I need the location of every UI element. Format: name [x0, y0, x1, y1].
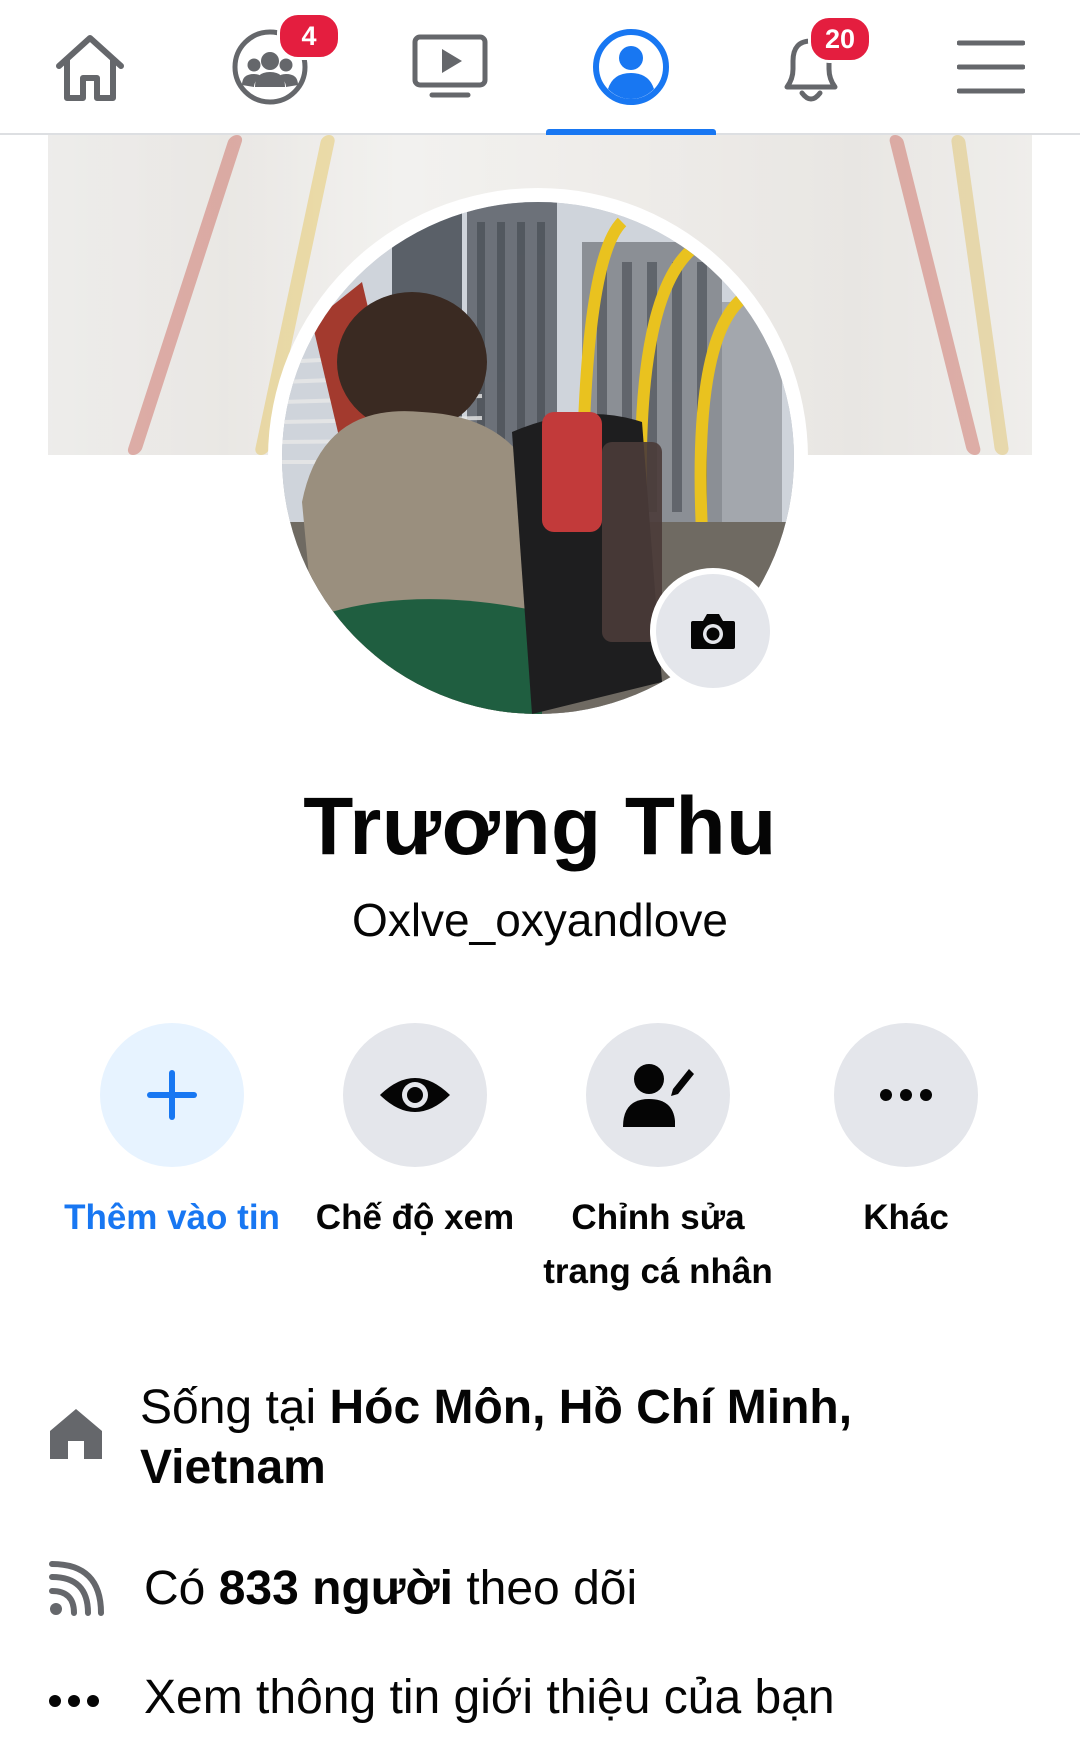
eye-icon — [380, 1078, 450, 1112]
followers-prefix: Có — [144, 1562, 219, 1615]
add-to-story-button[interactable]: Thêm vào tin — [42, 1023, 302, 1245]
camera-icon — [691, 614, 735, 649]
profile-name: Trương Thu — [303, 781, 777, 872]
edit-person-icon — [623, 1064, 694, 1127]
top-navigation-bar: 4 20 — [0, 0, 1080, 135]
nav-friends[interactable]: 4 — [195, 0, 345, 133]
nav-profile[interactable] — [546, 0, 716, 135]
video-icon — [412, 34, 488, 97]
see-about-link[interactable]: Xem thông tin giới thiệu của bạn — [144, 1668, 1044, 1728]
nav-home[interactable] — [15, 0, 165, 133]
edit-profile-circle — [586, 1023, 730, 1167]
more-dots-icon — [880, 1089, 932, 1101]
info-see-about[interactable]: Xem thông tin giới thiệu của bạn — [0, 1668, 1080, 1738]
followers-text[interactable]: Có 833 người theo dõi — [144, 1559, 1044, 1619]
followers-count: 833 người — [218, 1562, 453, 1615]
view-as-circle — [343, 1023, 487, 1167]
edit-profile-label: Chỉnh sửa trang cá nhân — [543, 1198, 773, 1291]
rss-followers-icon — [49, 1561, 104, 1616]
nav-watch[interactable] — [375, 0, 525, 133]
more-options-button[interactable]: Khác — [776, 1023, 1036, 1245]
hamburger-menu-icon — [957, 40, 1025, 93]
profile-alternate-name: Oxlve_oxyandlove — [352, 894, 728, 946]
add-to-story-circle — [100, 1023, 244, 1167]
friends-badge: 4 — [277, 12, 341, 60]
cover-decor — [126, 135, 244, 455]
view-as-button[interactable]: Chế độ xem — [285, 1023, 545, 1245]
followers-suffix: theo dõi — [452, 1562, 638, 1615]
more-options-circle — [834, 1023, 978, 1167]
profile-action-buttons: Thêm vào tin Chế độ xem Chỉnh sửa trang … — [0, 1023, 1080, 1293]
profile-page: 4 20 Trương Thu Oxlve_oxyandlove Thêm và… — [0, 0, 1080, 1745]
view-as-label: Chế độ xem — [315, 1198, 515, 1237]
nav-notifications[interactable]: 20 — [736, 0, 886, 133]
more-options-label: Khác — [863, 1198, 949, 1237]
home-filled-icon — [50, 1409, 102, 1459]
add-to-story-label: Thêm vào tin — [64, 1198, 280, 1237]
nav-menu[interactable] — [916, 0, 1066, 133]
change-profile-picture-button[interactable] — [650, 568, 776, 694]
home-icon — [56, 34, 124, 101]
info-followers: Có 833 người theo dõi — [0, 1555, 1080, 1625]
notifications-badge: 20 — [808, 15, 872, 63]
plus-icon — [147, 1070, 197, 1120]
edit-profile-button[interactable]: Chỉnh sửa trang cá nhân — [528, 1023, 788, 1299]
info-lives-in: Sống tại Hóc Môn, Hồ Chí Minh, Vietnam — [0, 1378, 1080, 1508]
more-dots-small-icon — [49, 1695, 99, 1707]
profile-icon — [593, 28, 669, 105]
lives-in-prefix: Sống tại — [140, 1381, 330, 1434]
lives-in-text: Sống tại Hóc Môn, Hồ Chí Minh, Vietnam — [140, 1378, 1040, 1498]
